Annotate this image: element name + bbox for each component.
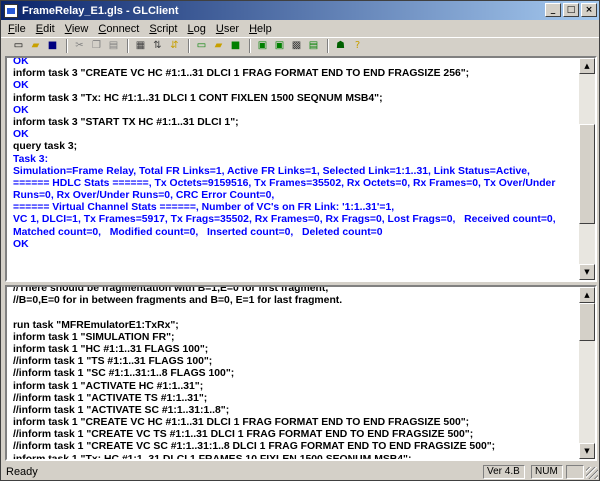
close-button[interactable]: × (581, 3, 597, 17)
menu-bar: File Edit View Connect Script Log User Help (1, 20, 599, 37)
script-line: //inform task 1 "CREATE VC SC #1:1..31:1… (13, 441, 496, 453)
log-icon[interactable]: ▤ (306, 39, 321, 53)
app-window: FrameRelay_E1.gls - GLClient _ □ × File E… (0, 0, 600, 481)
menu-log[interactable]: Log (182, 23, 210, 35)
cut-icon[interactable]: ✂ (72, 39, 87, 53)
output-response-line: OK (13, 129, 29, 141)
output-log: OK inform task 3 "CREATE VC HC #1:1..31 D… (13, 56, 577, 251)
output-command-line: inform task 3 "CREATE VC HC #1:1..31 DLC… (13, 68, 470, 80)
output-command-line: inform task 3 "Tx: HC #1:1..31 DLCI 1 CO… (13, 92, 383, 104)
about-icon[interactable]: ? (350, 39, 365, 53)
script-line: inform task 1 "SIMULATION FR"; (13, 331, 175, 343)
scroll-up-arrow-icon[interactable]: ▲ (579, 287, 595, 303)
output-pane[interactable]: OK inform task 3 "CREATE VC HC #1:1..31 D… (5, 56, 597, 282)
open-folder-icon[interactable]: ▰ (28, 39, 43, 53)
menu-file[interactable]: File (3, 23, 31, 35)
output-response-line: OK (13, 104, 29, 116)
script-line: //inform task 1 "ACTIVATE SC #1:1..31:1.… (13, 404, 230, 416)
script-line: //inform task 1 "SC #1:1..31:1..8 FLAGS … (13, 368, 235, 380)
output-response-line: ====== Virtual Channel Stats ======, Num… (13, 202, 395, 214)
save-icon[interactable]: ■ (45, 39, 60, 53)
script-line: //inform task 1 "TS #1:1..31 FLAGS 100"; (13, 356, 213, 368)
output-response-line: OK (13, 238, 29, 250)
output-response-line: Task 3: (13, 153, 49, 165)
output-command-line: query task 3; (13, 141, 78, 153)
menu-view[interactable]: View (60, 23, 94, 35)
print-icon[interactable]: ▦ (133, 39, 148, 53)
script-line: inform task 1 "ACTIVATE HC #1:1..31"; (13, 380, 204, 392)
num-lock-indicator: NUM (531, 465, 563, 479)
scroll-up-arrow-icon[interactable]: ▲ (579, 58, 595, 74)
paste-icon[interactable]: ▤ (106, 39, 121, 53)
status-panel-empty (566, 465, 584, 479)
stop-script-icon[interactable]: ▩ (289, 39, 304, 53)
maximize-button[interactable]: □ (563, 3, 579, 17)
menu-edit[interactable]: Edit (31, 23, 60, 35)
minimize-button[interactable]: _ (545, 3, 561, 17)
output-response-line: Simulation=Frame Relay, Total FR Links=1… (13, 165, 530, 177)
open-script-icon[interactable]: ▰ (211, 39, 226, 53)
script-line: //B=0,E=0 for in between fragments and B… (13, 295, 343, 307)
connect-icon[interactable]: ⇅ (150, 39, 165, 53)
new-file-icon[interactable]: ▭ (11, 39, 26, 53)
output-response-line: Runs=0, Rx Over/Under Runs=0, CRC Error … (13, 190, 275, 202)
toolbar-separator (249, 39, 251, 53)
window-title: FrameRelay_E1.gls - GLClient (22, 4, 179, 17)
output-response-line: Matched count=0, Modified count=0, Inser… (13, 226, 383, 238)
copy-icon[interactable]: ❐ (89, 39, 104, 53)
script-scrollbar[interactable]: ▲ ▼ (579, 287, 595, 459)
title-bar[interactable]: FrameRelay_E1.gls - GLClient _ □ × (1, 1, 599, 20)
status-bar: Ready Ver 4.B NUM (1, 464, 599, 480)
new-script-icon[interactable]: ▭ (194, 39, 209, 53)
script-line: //inform task 1 "ACTIVATE TS #1:1..31"; (13, 392, 208, 404)
output-response-line: ====== HDLC Stats ======, Tx Octets=9159… (13, 177, 556, 189)
output-scrollbar[interactable]: ▲ ▼ (579, 58, 595, 280)
output-response-line: OK (13, 80, 29, 92)
menu-user[interactable]: User (211, 23, 244, 35)
script-pane[interactable]: //There should be fragmentation with B=1… (5, 285, 597, 461)
menu-help[interactable]: Help (244, 23, 277, 35)
scroll-down-arrow-icon[interactable]: ▼ (579, 264, 595, 280)
status-text: Ready (6, 466, 38, 478)
script-line: run task "MFREmulatorE1:TxRx"; (13, 319, 179, 331)
script-line: //There should be fragmentation with B=1… (13, 285, 329, 294)
menu-connect[interactable]: Connect (93, 23, 144, 35)
app-icon (4, 3, 18, 18)
save-script-icon[interactable]: ■ (228, 39, 243, 53)
script-line: inform task 1 "CREATE VC HC #1:1..31 DLC… (13, 417, 470, 429)
output-response-line: OK (13, 56, 29, 67)
disconnect-icon[interactable]: ⇵ (167, 39, 182, 53)
toolbar-separator (188, 39, 190, 53)
script-line: inform task 1 "Tx: HC #1:1..31 DLCI 1 FR… (13, 453, 412, 461)
output-command-line: inform task 3 "START TX HC #1:1..31 DLCI… (13, 116, 239, 128)
output-scroll-thumb[interactable] (579, 124, 595, 224)
output-response-line: VC 1, DLCI=1, Tx Frames=5917, Tx Frags=3… (13, 214, 556, 226)
user-icon[interactable]: ☗ (333, 39, 348, 53)
script-line: inform task 1 "HC #1:1..31 FLAGS 100"; (13, 343, 209, 355)
script-editor[interactable]: //There should be fragmentation with B=1… (13, 285, 577, 461)
toolbar-separator (66, 39, 68, 53)
script-line: //inform task 1 "CREATE VC TS #1:1..31 D… (13, 429, 474, 441)
toolbar-separator (327, 39, 329, 53)
script-scroll-thumb[interactable] (579, 303, 595, 341)
toolbar: ▭ ▰ ■ ✂ ❐ ▤ ▦ ⇅ ⇵ ▭ ▰ ■ ▣ ▣ ▩ ▤ ☗? (1, 37, 599, 54)
toolbar-separator (127, 39, 129, 53)
script-line (13, 307, 577, 319)
step-script-icon[interactable]: ▣ (272, 39, 287, 53)
version-panel: Ver 4.B (483, 465, 525, 479)
menu-script[interactable]: Script (144, 23, 182, 35)
run-script-icon[interactable]: ▣ (255, 39, 270, 53)
resize-grip-icon[interactable] (586, 467, 598, 479)
scroll-down-arrow-icon[interactable]: ▼ (579, 443, 595, 459)
